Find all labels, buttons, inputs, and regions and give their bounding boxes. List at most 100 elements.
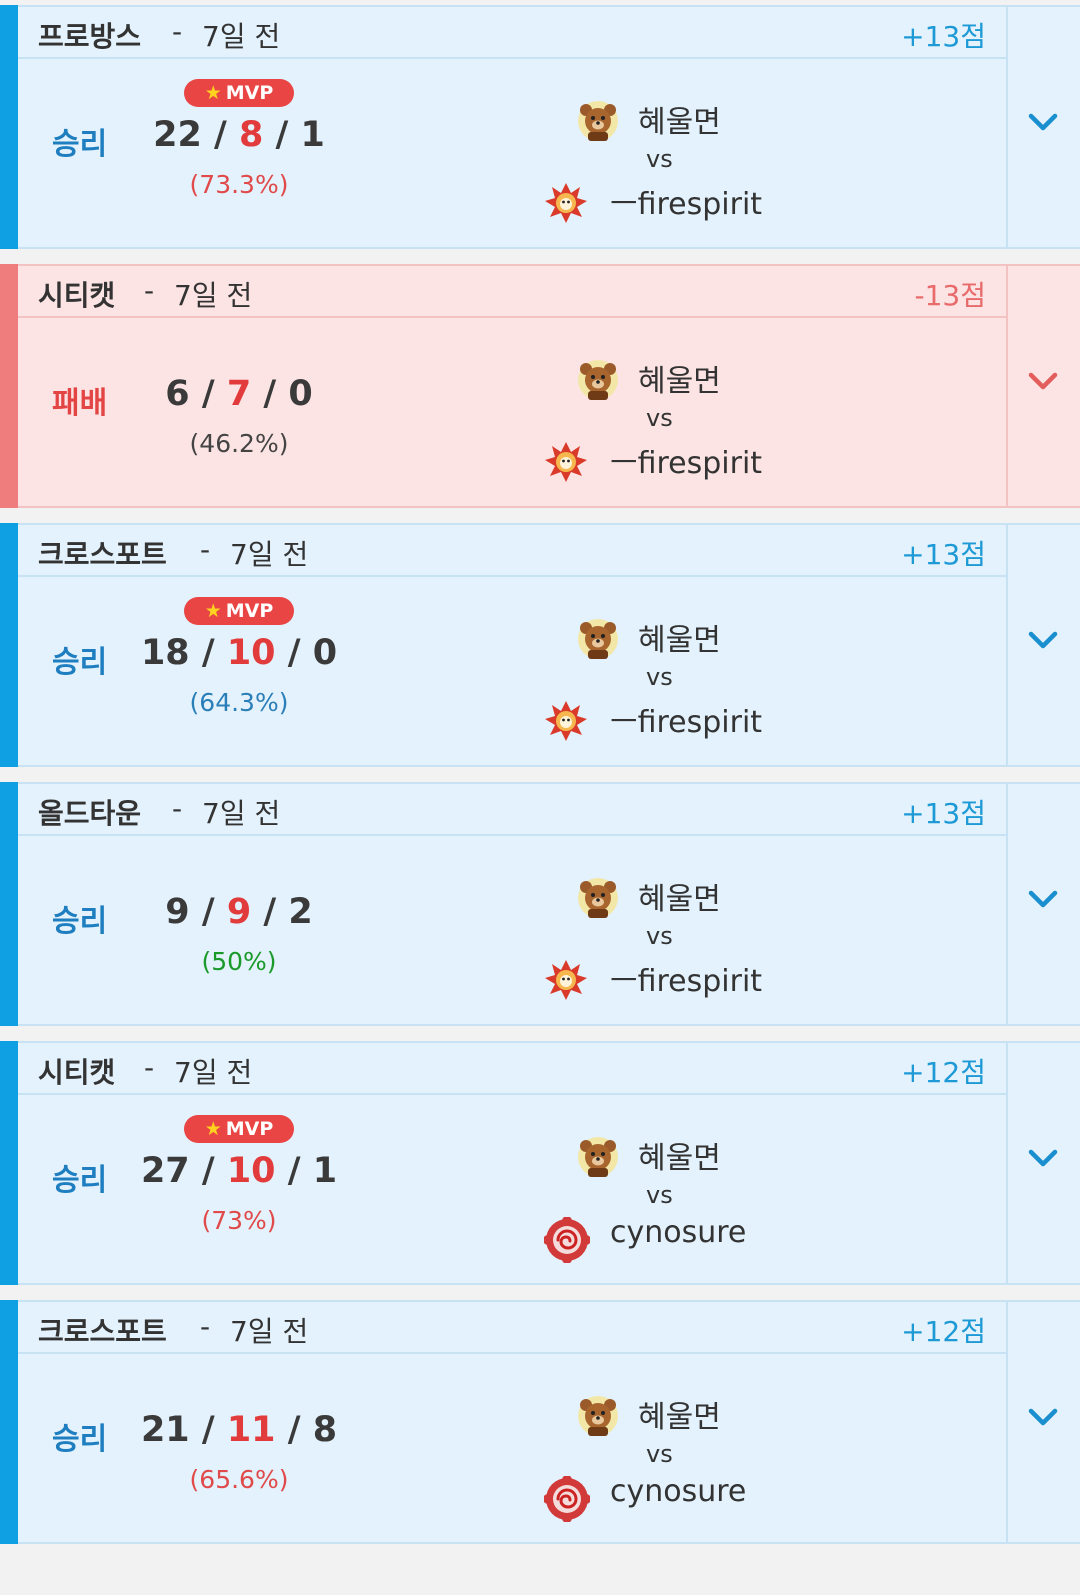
kda-score: 27 / 10 / 1 — [118, 1151, 360, 1191]
map-name: 올드타운 — [38, 797, 142, 830]
player-avatar — [576, 1394, 620, 1442]
mvp-label: MVP — [225, 82, 274, 104]
mvp-badge: ★ MVP — [184, 1115, 294, 1143]
matchup: 혜울면 vs cynosure — [540, 1380, 800, 1530]
assists: 0 — [312, 633, 338, 673]
expand-divider — [1006, 525, 1008, 765]
match-header: 프로방스 - 7일 전 +13점 — [18, 7, 1006, 59]
match-time: 7일 전 — [202, 797, 281, 830]
fire-spirit-avatar-icon — [545, 960, 587, 1000]
matchup: 혜울면 vs ㅡfirespirit — [540, 85, 800, 235]
match-card[interactable]: 프로방스 - 7일 전 +13점 승리 ★ MVP 22 / 8 / 1 (73.… — [0, 5, 1080, 249]
matchup: 혜울면 vs ㅡfirespirit — [540, 603, 800, 753]
chevron-down-icon[interactable] — [1026, 884, 1060, 914]
match-card[interactable]: 크로스포트 - 7일 전 +13점 승리 ★ MVP 18 / 10 / 0 (6… — [0, 523, 1080, 767]
opponent-avatar — [543, 1475, 591, 1526]
player-avatar — [576, 876, 620, 924]
bear-avatar-icon — [578, 360, 618, 400]
chevron-down-icon[interactable] — [1026, 625, 1060, 655]
points-change: +12점 — [901, 1056, 986, 1089]
assists: 1 — [312, 1151, 338, 1191]
matchup: 혜울면 vs ㅡfirespirit — [540, 344, 800, 494]
opponent-name[interactable]: ㅡfirespirit — [610, 179, 762, 223]
match-card[interactable]: 시티캣 - 7일 전 -13점 패배 6 / 7 / 0 (46.2%) 혜울면… — [0, 264, 1080, 508]
opponent-name[interactable]: ㅡfirespirit — [610, 956, 762, 1000]
matchup: 혜울면 vs ㅡfirespirit — [540, 862, 800, 1012]
deaths: 8 — [239, 115, 264, 155]
match-time: 7일 전 — [202, 20, 281, 53]
expand-divider — [1006, 1302, 1008, 1542]
assists: 1 — [300, 115, 325, 155]
kda-score: 9 / 9 / 2 — [118, 892, 360, 932]
bear-avatar-icon — [578, 1396, 618, 1436]
player-name[interactable]: 혜울면 — [638, 1392, 721, 1436]
opponent-avatar — [544, 440, 588, 488]
header-separator: - — [200, 1310, 211, 1343]
match-header: 시티캣 - 7일 전 -13점 — [18, 266, 1006, 318]
opponent-avatar — [544, 699, 588, 747]
deaths: 10 — [226, 633, 276, 673]
player-name[interactable]: 혜울면 — [638, 874, 721, 918]
points-change: -13점 — [914, 279, 987, 312]
map-name: 크로스포트 — [38, 538, 167, 571]
match-card[interactable]: 크로스포트 - 7일 전 +12점 승리 21 / 11 / 8 (65.6%)… — [0, 1300, 1080, 1544]
mvp-badge: ★ MVP — [184, 597, 294, 625]
result-accent-bar — [0, 5, 18, 249]
map-name: 프로방스 — [38, 20, 142, 53]
result-accent-bar — [0, 523, 18, 767]
points-change: +13점 — [901, 797, 986, 830]
result-accent-bar — [0, 1041, 18, 1285]
bear-avatar-icon — [578, 1137, 618, 1177]
chevron-down-icon[interactable] — [1026, 1402, 1060, 1432]
kills: 6 — [165, 374, 190, 414]
result-accent-bar — [0, 782, 18, 1026]
points-change: +12점 — [901, 1315, 986, 1348]
opponent-name[interactable]: ㅡfirespirit — [610, 438, 762, 482]
match-result: 승리 — [52, 1422, 108, 1457]
versus-label: vs — [646, 1440, 673, 1468]
player-avatar — [576, 99, 620, 147]
match-card[interactable]: 시티캣 - 7일 전 +12점 승리 ★ MVP 27 / 10 / 1 (73%… — [0, 1041, 1080, 1285]
kill-ratio: (64.3%) — [189, 688, 289, 717]
expand-divider — [1006, 7, 1008, 247]
header-separator: - — [172, 792, 183, 825]
opponent-name[interactable]: cynosure — [610, 1215, 746, 1250]
fire-spirit-avatar-icon — [545, 442, 587, 482]
kills: 27 — [140, 1151, 190, 1191]
match-time: 7일 전 — [230, 538, 309, 571]
kda-slash: / — [201, 633, 227, 673]
player-name[interactable]: 혜울면 — [638, 1133, 721, 1177]
kills: 22 — [153, 115, 202, 155]
player-name[interactable]: 혜울면 — [638, 356, 721, 400]
opponent-avatar — [543, 1216, 591, 1267]
assists: 2 — [288, 892, 313, 932]
opponent-name[interactable]: cynosure — [610, 1474, 746, 1509]
deaths: 9 — [226, 892, 252, 932]
assists: 8 — [312, 1410, 338, 1450]
header-separator: - — [200, 533, 211, 566]
kda-slash: / — [214, 115, 239, 155]
kill-ratio: (65.6%) — [189, 1465, 289, 1494]
kda-slash: / — [201, 1151, 227, 1191]
player-name[interactable]: 혜울면 — [638, 97, 721, 141]
points-change: +13점 — [901, 20, 986, 53]
kill-ratio: (50%) — [201, 947, 277, 976]
opponent-name[interactable]: ㅡfirespirit — [610, 697, 762, 741]
map-name: 시티캣 — [38, 279, 116, 312]
match-result: 패배 — [52, 386, 108, 421]
points-change: +13점 — [901, 538, 986, 571]
match-result: 승리 — [52, 645, 108, 680]
versus-label: vs — [646, 404, 673, 432]
chevron-down-icon[interactable] — [1026, 1143, 1060, 1173]
chevron-down-icon[interactable] — [1026, 107, 1060, 137]
kda-score: 6 / 7 / 0 — [118, 374, 360, 414]
player-name[interactable]: 혜울면 — [638, 615, 721, 659]
red-swirl-avatar-icon — [543, 1216, 591, 1264]
match-card[interactable]: 올드타운 - 7일 전 +13점 승리 9 / 9 / 2 (50%) 혜울면 … — [0, 782, 1080, 1026]
kills: 21 — [140, 1410, 190, 1450]
versus-label: vs — [646, 1181, 673, 1209]
chevron-down-icon[interactable] — [1026, 366, 1060, 396]
assists: 0 — [288, 374, 313, 414]
opponent-avatar — [544, 958, 588, 1006]
versus-label: vs — [646, 145, 673, 173]
